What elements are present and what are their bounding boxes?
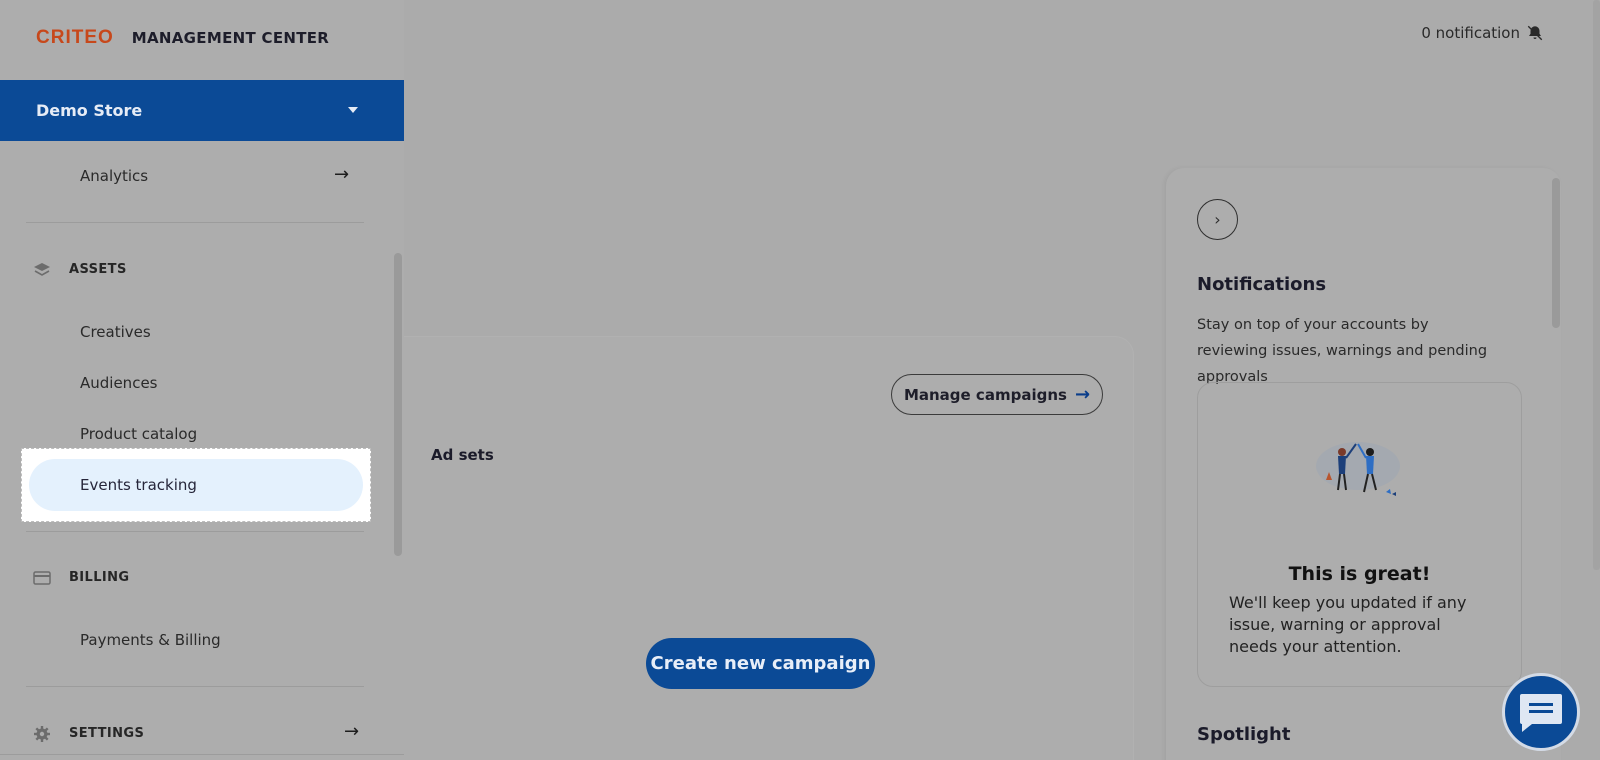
notifications-description: Stay on top of your accounts by reviewin…	[1197, 317, 1488, 385]
empty-state-title: This is great!	[1288, 563, 1431, 585]
page-scrollbar[interactable]	[1593, 0, 1600, 570]
section-billing: BILLING	[32, 568, 130, 587]
arrow-right-icon: →	[1074, 384, 1091, 405]
sidebar-item-payments-billing[interactable]: Payments & Billing	[80, 631, 221, 649]
sidebar-item-audiences[interactable]: Audiences	[80, 374, 157, 392]
manage-campaigns-button[interactable]: Manage campaigns →	[891, 374, 1103, 415]
credit-card-icon	[32, 568, 51, 587]
empty-state-description: We'll keep you updated if any issue, war…	[1229, 593, 1467, 656]
chat-button[interactable]	[1502, 673, 1580, 751]
spotlight-heading: Spotlight	[1197, 724, 1291, 745]
brand[interactable]: CRITEO MANAGEMENT CENTER	[36, 27, 329, 49]
create-campaign-button[interactable]: Create new campaign	[646, 638, 875, 689]
gear-icon	[32, 724, 51, 743]
section-billing-label: BILLING	[69, 570, 130, 585]
ad-sets-label: Ad sets	[431, 446, 494, 464]
store-name: Demo Store	[36, 101, 143, 120]
criteo-logo: CRITEO	[36, 27, 114, 48]
notification-indicator[interactable]: 0 notification	[1421, 24, 1544, 42]
celebration-illustration	[1316, 442, 1400, 496]
divider	[26, 222, 364, 223]
sidebar-item-creatives[interactable]: Creatives	[80, 323, 151, 341]
section-assets: ASSETS	[32, 260, 127, 279]
caret-down-icon	[348, 107, 358, 113]
section-settings-label: SETTINGS	[69, 726, 145, 741]
app-title: MANAGEMENT CENTER	[131, 29, 330, 47]
divider	[26, 686, 364, 687]
layers-icon	[32, 260, 51, 279]
arrow-right-icon[interactable]: →	[334, 164, 349, 185]
store-selector[interactable]: Demo Store	[0, 80, 404, 141]
chevron-right-icon[interactable]: ›	[1197, 199, 1238, 240]
divider	[26, 531, 364, 532]
sidebar-item-events-tracking[interactable]: Events tracking	[29, 459, 363, 511]
manage-campaigns-label: Manage campaigns	[903, 385, 1067, 404]
arrow-right-icon[interactable]: →	[344, 721, 359, 742]
section-assets-label: ASSETS	[69, 262, 127, 277]
notification-count: 0 notification	[1421, 24, 1520, 42]
section-settings[interactable]: SETTINGS	[32, 724, 144, 743]
panel-scrollbar[interactable]	[1552, 178, 1560, 328]
bell-icon	[1527, 25, 1543, 41]
divider	[0, 754, 404, 755]
sidebar-item-product-catalog[interactable]: Product catalog	[80, 425, 197, 443]
sidebar-scrollbar[interactable]	[394, 253, 402, 556]
notifications-title: Notifications	[1197, 274, 1327, 295]
chat-icon	[1520, 694, 1562, 732]
sidebar-item-analytics[interactable]: Analytics	[80, 167, 148, 185]
